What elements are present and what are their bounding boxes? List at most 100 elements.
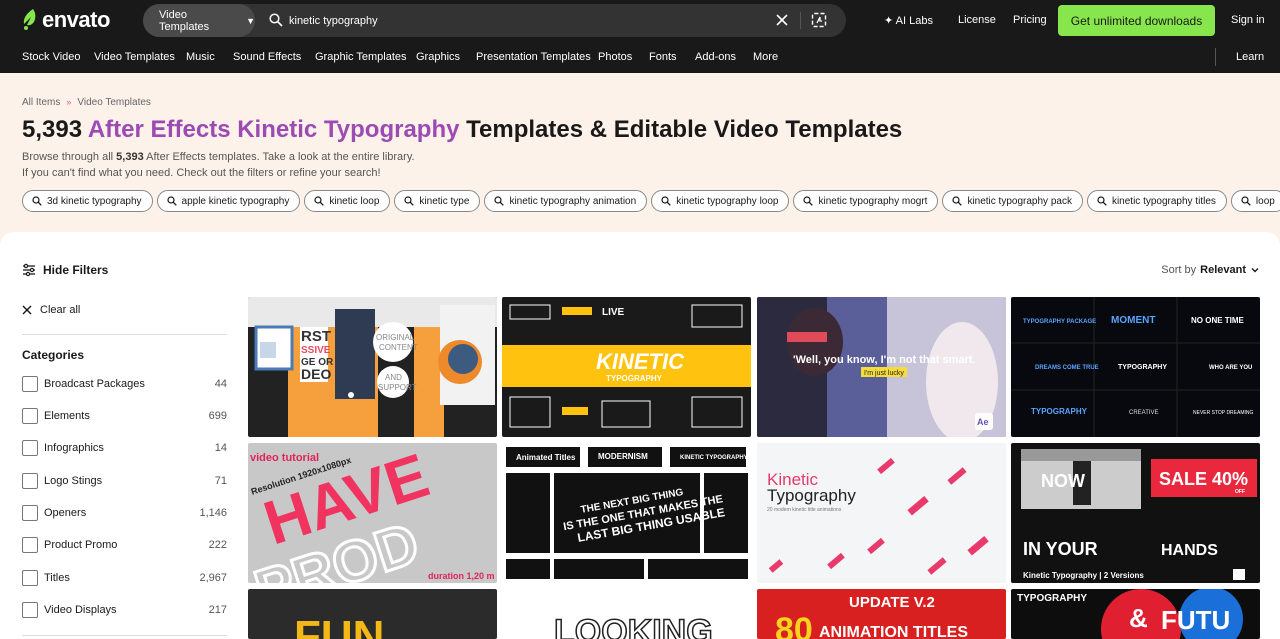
category-filter-broadcast-packages[interactable]: Broadcast Packages 44 — [22, 375, 227, 393]
sort-dropdown[interactable]: Sort by Relevant — [1161, 264, 1260, 276]
catnav-photos[interactable]: Photos — [598, 51, 632, 63]
checkbox[interactable] — [22, 505, 38, 521]
checkbox[interactable] — [22, 570, 38, 586]
catnav-music[interactable]: Music — [186, 51, 215, 63]
catnav-more[interactable]: More — [753, 51, 778, 63]
sign-in-link[interactable]: Sign in — [1231, 14, 1265, 26]
category-label: Openers — [44, 507, 87, 519]
template-thumbnail: Animated Titles MODERNISM KINETIC TYPOGR… — [502, 443, 751, 583]
page-description: Browse through all 5,393 After Effects t… — [22, 149, 722, 181]
checkbox[interactable] — [22, 537, 38, 553]
tag-chip[interactable]: kinetic typography animation — [484, 190, 648, 212]
search-icon — [1097, 196, 1107, 206]
clear-all-label: Clear all — [40, 304, 81, 316]
close-icon[interactable] — [775, 13, 789, 27]
card-text: WHO ARE YOU — [1209, 365, 1252, 371]
nav-divider — [1215, 48, 1216, 66]
breadcrumb-all-items[interactable]: All Items — [22, 97, 60, 108]
envato-logo[interactable]: envato — [22, 7, 110, 32]
category-filter-product-promo[interactable]: Product Promo 222 — [22, 536, 227, 554]
card-text: NOW — [1041, 471, 1085, 491]
checkbox[interactable] — [22, 376, 38, 392]
hero-section: All Items » Video Templates 5,393 After … — [0, 73, 1280, 243]
card-text: 80 — [775, 611, 813, 639]
card-text: ANIMATION TITLES — [819, 624, 968, 639]
visual-search-icon[interactable] — [811, 12, 827, 28]
category-filter-infographics[interactable]: Infographics 14 — [22, 439, 227, 457]
results-section: Hide Filters Sort by Relevant Clear all … — [0, 232, 1280, 639]
template-thumbnail: SALE 40% OFF NOW IN YOUR HANDS Kinetic T… — [1011, 443, 1260, 583]
card-text: TYPOGRAPHY — [1017, 593, 1087, 604]
card-text: 20 modern kinetic title animations — [767, 507, 842, 513]
template-card[interactable]: TYPOGRAPHY PACKAGE MOMENT NO ONE TIME DR… — [1011, 297, 1260, 437]
search-icon — [269, 13, 283, 27]
catnav-add-ons[interactable]: Add-ons — [695, 51, 736, 63]
checkbox[interactable] — [22, 602, 38, 618]
card-text: MOMENT — [1111, 315, 1155, 326]
close-icon — [22, 305, 32, 315]
category-filter-video-displays[interactable]: Video Displays 217 — [22, 601, 227, 619]
catnav-sound-effects[interactable]: Sound Effects — [233, 51, 301, 63]
template-card[interactable]: LIVE KINETIC TYPOGRAPHY — [502, 297, 751, 437]
tag-chip[interactable]: kinetic typography titles — [1086, 190, 1227, 212]
checkbox[interactable] — [22, 408, 38, 424]
page-title: 5,393 After Effects Kinetic Typography T… — [22, 116, 902, 144]
card-text: LOOKING — [554, 613, 713, 639]
template-card[interactable]: 'Well, you know, I'm not that smart. I'm… — [757, 297, 1006, 437]
card-text: NEVER STOP DREAMING — [1193, 410, 1253, 416]
catnav-graphics[interactable]: Graphics — [416, 51, 460, 63]
card-text: & — [1129, 603, 1148, 633]
template-card[interactable]: RST SSIVE GE OR DEO ORIGINAL CONTENT AND… — [248, 297, 497, 437]
catnav-stock-video[interactable]: Stock Video — [22, 51, 81, 63]
template-card[interactable]: TYPOGRAPHY & FUTU — [1011, 589, 1260, 639]
category-filter-logo-stings[interactable]: Logo Stings 71 — [22, 472, 227, 490]
catnav-presentation-templates[interactable]: Presentation Templates — [476, 51, 591, 63]
checkbox[interactable] — [22, 473, 38, 489]
breadcrumb-video-templates[interactable]: Video Templates — [77, 97, 151, 108]
category-count: 222 — [208, 539, 227, 551]
card-text: FUTU — [1161, 605, 1230, 635]
template-card[interactable]: HAVE PROD video tutorial Resolution 1920… — [248, 443, 497, 583]
template-card[interactable]: FUN — [248, 589, 497, 639]
catnav-graphic-templates[interactable]: Graphic Templates — [315, 51, 407, 63]
card-text: ORIGINAL — [376, 333, 415, 342]
tag-chip[interactable]: loop — [1230, 190, 1280, 212]
template-thumbnail: RST SSIVE GE OR DEO ORIGINAL CONTENT AND… — [248, 297, 497, 437]
search-icon — [314, 196, 325, 206]
category-filter-openers[interactable]: Openers 1,146 — [22, 504, 227, 522]
tag-chip[interactable]: kinetic loop — [304, 190, 391, 212]
card-text: Animated Titles — [516, 453, 576, 462]
tag-chip[interactable]: kinetic typography loop — [651, 190, 790, 212]
tag-chip[interactable]: kinetic typography mogrt — [793, 190, 939, 212]
card-text: I'm just lucky — [864, 370, 904, 377]
tag-chip[interactable]: apple kinetic typography — [156, 190, 301, 212]
catnav-video-templates[interactable]: Video Templates — [94, 51, 175, 63]
template-card[interactable]: Kinetic Typography 20 modern kinetic tit… — [757, 443, 1006, 583]
clear-all-button[interactable]: Clear all — [22, 304, 80, 316]
tag-chip[interactable]: kinetic typography pack — [942, 190, 1083, 212]
catnav-fonts[interactable]: Fonts — [649, 51, 677, 63]
card-text: 'Well, you know, I'm not that smart. — [793, 354, 975, 366]
category-filter-elements[interactable]: Elements 699 — [22, 407, 227, 425]
template-card[interactable]: Animated Titles MODERNISM KINETIC TYPOGR… — [502, 443, 751, 583]
catnav-learn[interactable]: Learn — [1236, 51, 1264, 63]
card-text: RST — [301, 328, 331, 345]
template-card[interactable]: SALE 40% OFF NOW IN YOUR HANDS Kinetic T… — [1011, 443, 1260, 583]
template-card[interactable]: UPDATE V.2 80 ANIMATION TITLES — [757, 589, 1006, 639]
license-link[interactable]: License — [958, 14, 996, 26]
search-input[interactable] — [289, 12, 749, 29]
template-card[interactable]: LOOKING — [502, 589, 751, 639]
card-text: MODERNISM — [598, 452, 648, 461]
pricing-link[interactable]: Pricing — [1013, 14, 1047, 26]
category-count: 217 — [208, 604, 227, 616]
category-select[interactable]: Video Templates ▼ — [143, 4, 255, 37]
card-text: SUPPORT — [378, 383, 417, 392]
checkbox[interactable] — [22, 440, 38, 456]
hide-filters-button[interactable]: Hide Filters — [22, 263, 108, 277]
category-filter-titles[interactable]: Titles 2,967 — [22, 569, 227, 587]
ai-labs-link[interactable]: ✦ AI Labs — [884, 14, 933, 27]
search-bar: Video Templates ▼ — [143, 4, 846, 37]
tag-chip[interactable]: 3d kinetic typography — [22, 190, 153, 212]
get-unlimited-downloads-button[interactable]: Get unlimited downloads — [1058, 5, 1215, 36]
tag-chip[interactable]: kinetic type — [394, 190, 481, 212]
